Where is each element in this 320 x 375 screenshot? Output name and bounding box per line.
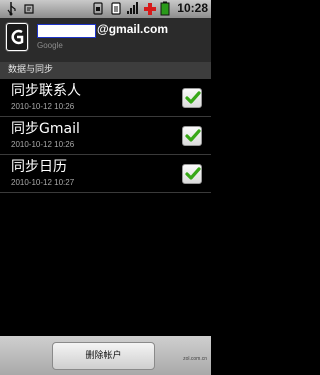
sync-item-label: 同步联系人 [11, 83, 81, 99]
email-redacted-box [37, 24, 96, 38]
status-bar-left [4, 1, 36, 16]
checkmark-icon [185, 129, 201, 142]
wifi-icon [109, 1, 123, 16]
notification-icon [22, 1, 36, 16]
sync-item-label: 同步Gmail [11, 121, 80, 137]
watermark: zol.com.cn [183, 356, 207, 362]
sync-checkbox-contacts[interactable] [182, 88, 202, 108]
section-header-data-sync: 数据与同步 [0, 62, 211, 79]
account-header: @gmail.com Google [0, 18, 211, 62]
plus-icon [143, 1, 157, 16]
google-g-icon [6, 23, 28, 51]
usb-icon [4, 1, 18, 16]
bottom-action-bar: 删除帐户 zol.com.cn [0, 336, 211, 375]
account-email: @gmail.com [97, 22, 169, 36]
sync-row-calendar[interactable]: 同步日历 2010-10-12 10:27 [0, 155, 211, 193]
sync-row-gmail[interactable]: 同步Gmail 2010-10-12 10:26 [0, 117, 211, 155]
signal-icon [126, 1, 140, 16]
sync-item-timestamp: 2010-10-12 10:26 [11, 140, 75, 149]
status-bar-right: 10:28 [92, 1, 208, 16]
status-bar: 10:28 [0, 0, 211, 18]
sync-item-label: 同步日历 [11, 159, 67, 175]
checkmark-icon [185, 167, 201, 180]
sync-checkbox-calendar[interactable] [182, 164, 202, 184]
sync-item-timestamp: 2010-10-12 10:26 [11, 102, 75, 111]
checkmark-icon [185, 91, 201, 104]
account-type-label: Google [37, 41, 63, 50]
remove-account-button[interactable]: 删除帐户 [52, 342, 155, 370]
sync-checkbox-gmail[interactable] [182, 126, 202, 146]
sync-row-contacts[interactable]: 同步联系人 2010-10-12 10:26 [0, 79, 211, 117]
sim-icon [92, 1, 106, 16]
battery-icon [160, 1, 174, 16]
sync-item-timestamp: 2010-10-12 10:27 [11, 178, 75, 187]
status-time: 10:28 [177, 1, 208, 15]
